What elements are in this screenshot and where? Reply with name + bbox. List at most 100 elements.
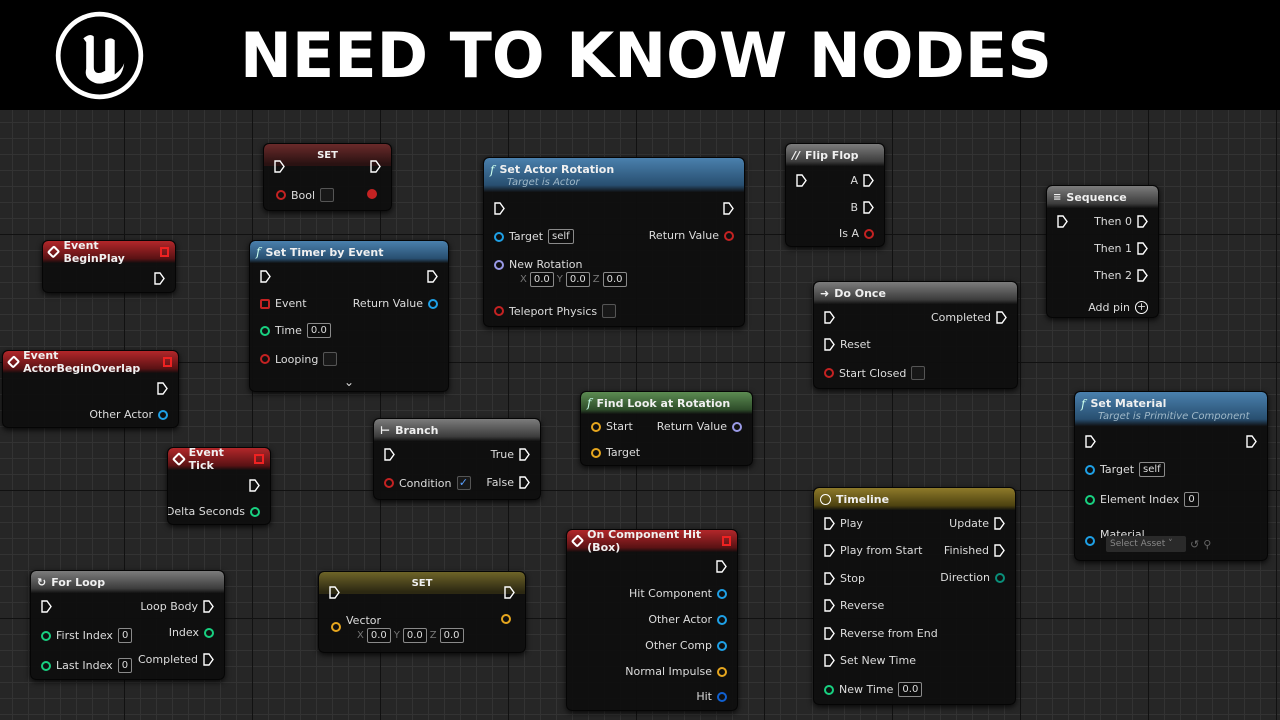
exec-in-pin-icon[interactable] [41,600,52,613]
reset-exec-pin-icon[interactable] [824,338,835,351]
delta-seconds-pin-icon[interactable] [250,506,260,517]
rotation-x-field[interactable]: 0.0 [529,272,554,287]
set-actor-rotation-node[interactable]: f Set Actor Rotation Target is Actor Targ… [483,157,745,327]
find-look-at-rotation-node[interactable]: f Find Look at Rotation Start Return Valu… [580,391,753,466]
normal-impulse-pin-icon[interactable] [717,666,727,677]
flip-flop-node[interactable]: // Flip Flop A B Is A [785,143,885,247]
return-value-pin-icon[interactable] [724,230,734,241]
looping-checkbox[interactable] [323,352,338,366]
exec-out-pin-icon[interactable] [716,560,727,573]
other-comp-pin-icon[interactable] [717,640,727,651]
target-pin-icon[interactable] [591,447,601,458]
branch-node[interactable]: ⊢ Branch True Condition ✓ False [373,418,541,500]
play-from-start-exec-pin-icon[interactable] [824,544,835,557]
condition-checkbox-checked[interactable]: ✓ [456,476,471,490]
vector-out-pin-icon[interactable] [501,614,511,624]
start-pin-icon[interactable] [591,421,601,432]
start-closed-pin-icon[interactable] [824,368,834,378]
browse-search-icon[interactable]: ⚲ [1203,538,1211,551]
element-index-pin-icon[interactable] [1085,494,1095,505]
hit-result-pin-icon[interactable] [717,691,727,702]
teleport-checkbox[interactable] [602,304,617,318]
exec-in-pin-icon[interactable] [1085,435,1096,448]
vector-y-field[interactable]: 0.0 [402,628,427,643]
rotation-z-field[interactable]: 0.0 [602,272,627,287]
set-timer-by-event-node[interactable]: f Set Timer by Event Event Return Value T… [249,240,449,392]
time-pin-icon[interactable] [260,325,270,336]
target-value[interactable]: self [548,229,574,244]
reverse-from-end-exec-pin-icon[interactable] [824,627,835,640]
exec-out-pin-icon[interactable] [863,201,874,214]
exec-out-pin-icon[interactable] [1137,215,1148,228]
event-actorbeginoverlap-node[interactable]: Event ActorBeginOverlap Other Actor [2,350,179,428]
finished-exec-pin-icon[interactable] [994,544,1005,557]
exec-out-pin-icon[interactable] [249,479,260,492]
target-pin-icon[interactable] [494,231,504,242]
material-pin-icon[interactable] [1085,536,1095,546]
return-value-pin-icon[interactable] [428,298,438,309]
set-new-time-exec-pin-icon[interactable] [824,654,835,667]
event-delegate-pin-icon[interactable] [260,298,270,309]
exec-out-pin-icon[interactable] [154,272,165,285]
stop-exec-pin-icon[interactable] [824,572,835,585]
vector-pin-icon[interactable] [331,622,341,632]
sequence-node[interactable]: ≡ Sequence Then 0 Then 1 Then 2 Add pin + [1046,185,1159,318]
exec-in-pin-icon[interactable] [494,202,505,215]
bool-pin-icon[interactable] [276,190,286,200]
exec-out-pin-icon[interactable] [1246,435,1257,448]
first-index-field[interactable]: 0 [117,628,133,643]
new-time-field[interactable]: 0.0 [898,682,923,697]
new-time-pin-icon[interactable] [824,684,834,695]
vector-x-field[interactable]: 0.0 [366,628,391,643]
loop-body-exec-pin-icon[interactable] [203,600,214,613]
exec-in-pin-icon[interactable] [1057,215,1068,228]
target-value[interactable]: self [1139,462,1165,477]
exec-in-pin-icon[interactable] [274,160,285,173]
true-exec-pin-icon[interactable] [519,448,530,461]
event-beginplay-node[interactable]: Event BeginPlay [42,240,176,293]
vector-z-field[interactable]: 0.0 [439,628,464,643]
for-loop-node[interactable]: ↻ For Loop Loop Body First Index 0 Index L… [30,570,225,680]
exec-out-pin-icon[interactable] [504,586,515,599]
timeline-node[interactable]: Timeline Play Update Play from Start Fin… [813,487,1016,705]
update-exec-pin-icon[interactable] [994,517,1005,530]
event-tick-node[interactable]: Event Tick Delta Seconds [167,447,271,525]
exec-out-pin-icon[interactable] [370,160,381,173]
hit-component-pin-icon[interactable] [717,588,727,599]
set-bool-node[interactable]: SET Bool [263,143,392,211]
is-a-pin-icon[interactable] [864,228,874,239]
time-field[interactable]: 0.0 [306,323,331,338]
add-pin-button[interactable]: Add pin + [1088,301,1148,314]
rotation-y-field[interactable]: 0.0 [565,272,590,287]
set-vector-node[interactable]: SET Vector X 0.0 Y 0.0 Z 0.0 [318,571,526,653]
condition-pin-icon[interactable] [384,478,394,488]
exec-out-pin-icon[interactable] [863,174,874,187]
false-exec-pin-icon[interactable] [519,476,530,489]
exec-in-pin-icon[interactable] [384,448,395,461]
looping-pin-icon[interactable] [260,354,270,364]
exec-out-pin-icon[interactable] [157,382,168,395]
exec-in-pin-icon[interactable] [796,174,807,187]
on-component-hit-node[interactable]: On Component Hit (Box) Hit Component Oth… [566,529,738,711]
other-actor-pin-icon[interactable] [717,614,727,625]
exec-in-pin-icon[interactable] [329,586,340,599]
last-index-pin-icon[interactable] [41,660,51,671]
exec-out-pin-icon[interactable] [1137,269,1148,282]
exec-out-pin-icon[interactable] [1137,242,1148,255]
use-selected-arrow-icon[interactable]: ↺ [1190,538,1199,551]
exec-out-pin-icon[interactable] [723,202,734,215]
other-actor-pin-icon[interactable] [158,409,168,420]
set-material-node[interactable]: f Set Material Target is Primitive Compon… [1074,391,1268,561]
index-pin-icon[interactable] [204,627,214,638]
direction-pin-icon[interactable] [995,572,1005,583]
exec-out-pin-icon[interactable] [996,311,1007,324]
teleport-pin-icon[interactable] [494,306,504,316]
select-asset-dropdown[interactable]: Select Asset ˅ [1106,536,1186,552]
reverse-exec-pin-icon[interactable] [824,599,835,612]
element-index-field[interactable]: 0 [1184,492,1199,507]
rotator-pin-icon[interactable] [494,259,504,270]
do-once-node[interactable]: ➜ Do Once Completed Reset Start Closed [813,281,1018,389]
completed-exec-pin-icon[interactable] [203,653,214,666]
expand-chevron-down-icon[interactable]: ⌄ [344,375,354,389]
exec-in-pin-icon[interactable] [260,270,271,283]
